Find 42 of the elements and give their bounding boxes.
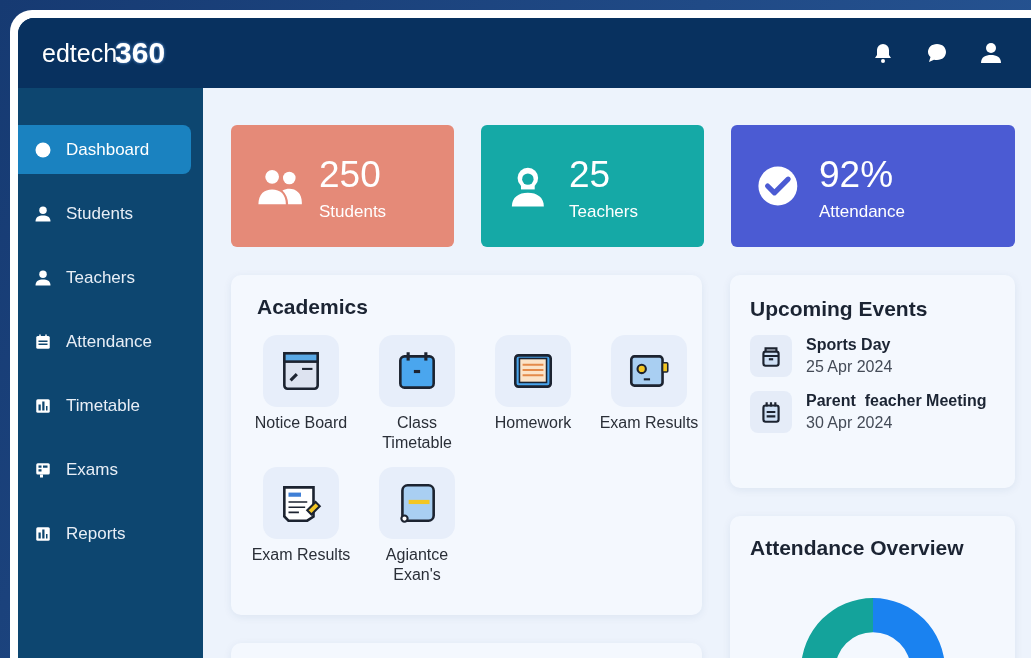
tile-icon-background[interactable] <box>263 467 339 539</box>
tile-icon-background[interactable] <box>379 335 455 407</box>
sidebar-item[interactable]: Students <box>18 189 191 238</box>
circle-icon <box>34 140 52 159</box>
sidebar-item[interactable]: Teachers <box>18 253 191 302</box>
calendar-icon <box>34 332 52 351</box>
grid-icon <box>34 460 52 479</box>
tile-label[interactable]: Notice Board <box>251 413 351 433</box>
event-title: Sports Day <box>806 336 892 354</box>
card-title: Academics <box>257 295 369 319</box>
card-title: Upcoming Events <box>750 297 929 321</box>
user-icon <box>34 268 52 287</box>
tile-icon-background[interactable] <box>263 335 339 407</box>
stat-value: 25 <box>569 154 612 196</box>
stat-label: Teachers <box>569 202 638 222</box>
tile-label[interactable]: Homework <box>483 413 583 433</box>
tile-icon-background[interactable] <box>495 335 571 407</box>
user-icon <box>34 204 52 223</box>
tile-icon-background[interactable] <box>379 467 455 539</box>
logo-number: 360 <box>115 36 166 70</box>
sidebar-item[interactable]: Exams <box>18 445 191 494</box>
stat-value: 250 <box>319 154 382 196</box>
event-date: 25 Apr 2024 <box>806 358 893 376</box>
stat-label: Students <box>319 202 387 222</box>
card-title: Attendance Overview <box>750 536 964 560</box>
sidebar-item[interactable]: Dashboard <box>18 125 191 174</box>
bar-chart-icon <box>34 524 52 543</box>
sidebar-item[interactable]: Attendance <box>18 317 191 366</box>
tile-label[interactable]: Agiantce Exan's <box>367 545 467 585</box>
bar-chart-icon <box>34 396 52 415</box>
chat-icon[interactable] <box>925 41 949 65</box>
tile-label[interactable]: Class Timetable <box>367 413 467 453</box>
sidebar-item[interactable]: Reports <box>18 509 191 558</box>
tile-icon-background[interactable] <box>611 335 687 407</box>
sidebar-item[interactable]: Timetable <box>18 381 191 430</box>
stat-label: Attendance <box>819 202 905 222</box>
tile-label[interactable]: Exam Results <box>251 545 351 565</box>
event-title: Parent feacher Meeting <box>806 392 987 410</box>
event-date: 30 Apr 2024 <box>806 414 894 432</box>
tile-label[interactable]: Exam Results <box>599 413 699 433</box>
stat-value: 92% <box>819 154 895 196</box>
user-icon[interactable] <box>979 41 1003 65</box>
